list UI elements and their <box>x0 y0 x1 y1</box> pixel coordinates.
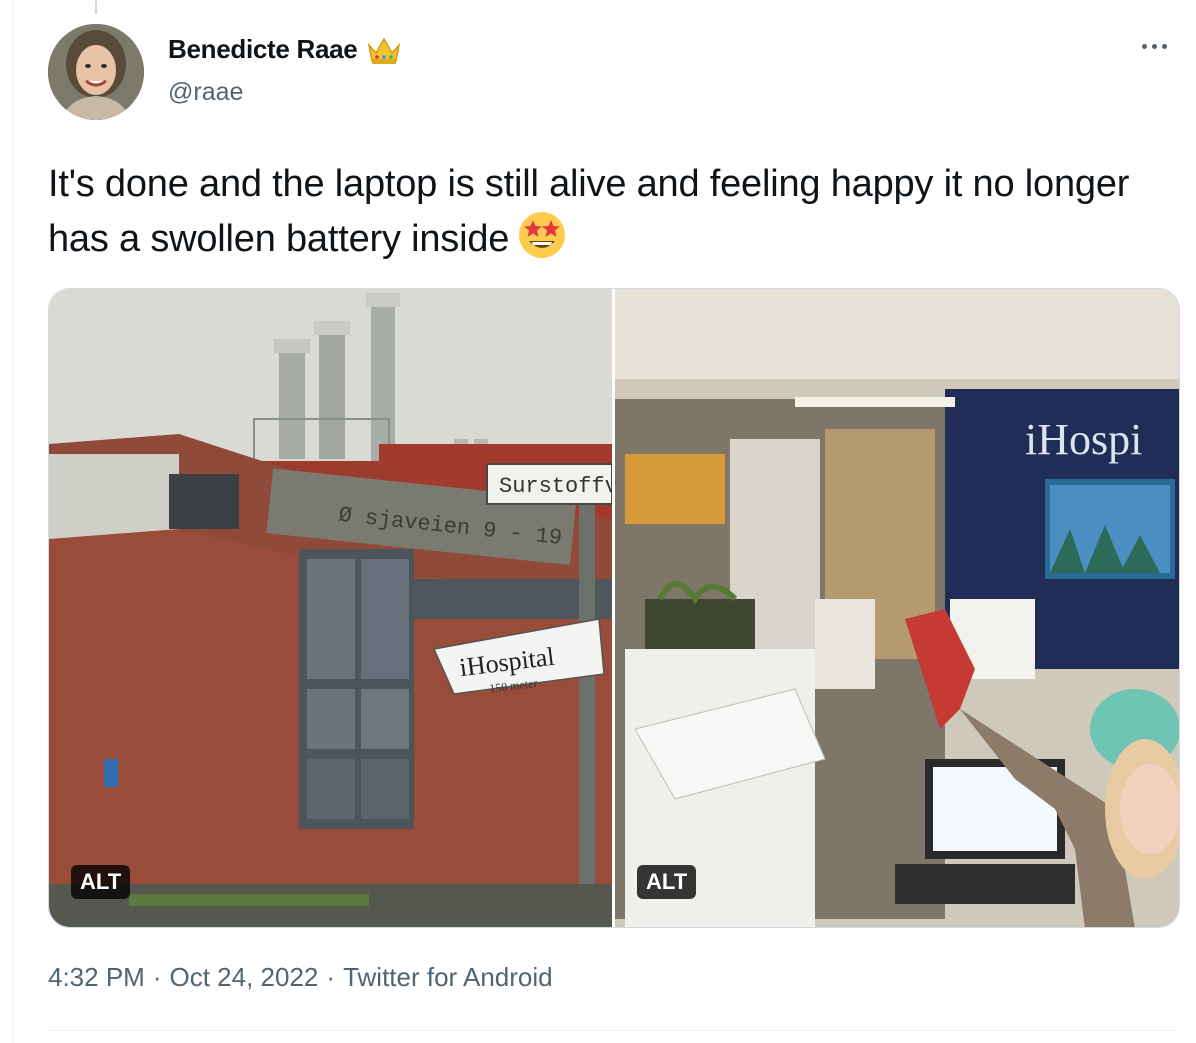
store-photo-image: iHospi <box>615 289 1179 927</box>
display-name[interactable]: Benedicte Raae <box>168 34 358 65</box>
tweet-date[interactable]: Oct 24, 2022 <box>170 962 319 993</box>
store-wall-logo: iHospi <box>1025 415 1142 464</box>
thread-border <box>13 0 14 1043</box>
avatar[interactable] <box>48 24 144 120</box>
thread-connector <box>95 0 97 14</box>
alt-badge[interactable]: ALT <box>637 865 697 899</box>
author-name-row: Benedicte Raae <box>168 34 401 65</box>
more-options-button[interactable] <box>1136 34 1172 58</box>
photo-store[interactable]: iHospi ALT <box>615 289 1179 927</box>
crown-icon <box>368 36 401 64</box>
tweet-source[interactable]: Twitter for Android <box>343 962 553 993</box>
more-dot-icon <box>1161 43 1167 49</box>
photo-building[interactable]: Ø sjaveien 9 - 19 Surstoffv iHospital 15… <box>49 289 612 927</box>
alt-badge[interactable]: ALT <box>71 865 131 899</box>
tweet-time[interactable]: 4:32 PM <box>48 962 145 993</box>
tweet-metadata: 4:32 PM · Oct 24, 2022 · Twitter for And… <box>48 962 553 993</box>
more-dot-icon <box>1151 43 1157 49</box>
media-grid: Ø sjaveien 9 - 19 Surstoffv iHospital 15… <box>48 288 1180 928</box>
divider <box>48 1030 1178 1031</box>
meta-separator: · <box>326 962 336 992</box>
user-handle[interactable]: @raae <box>168 78 243 107</box>
tweet-body: It's done and the laptop is still alive … <box>48 163 1130 260</box>
star-struck-icon <box>517 210 567 274</box>
meta-separator: · <box>152 962 162 992</box>
more-dot-icon <box>1141 43 1147 49</box>
tweet-text: It's done and the laptop is still alive … <box>48 158 1188 274</box>
building-photo-image: Ø sjaveien 9 - 19 Surstoffv iHospital 15… <box>49 289 612 927</box>
avatar-image <box>48 24 144 120</box>
sign-surstoff: Surstoffv <box>499 474 612 499</box>
